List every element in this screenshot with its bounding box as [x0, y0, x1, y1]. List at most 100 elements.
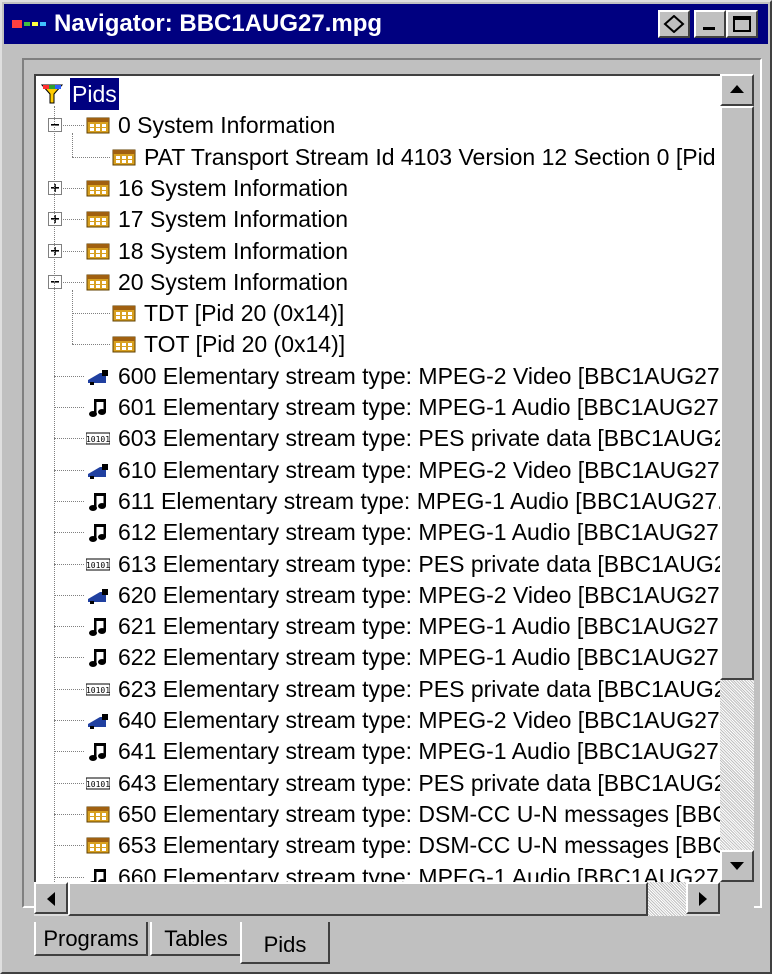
- tree-row-label[interactable]: TDT [Pid 20 (0x14)]: [144, 297, 344, 329]
- tree-connector: [54, 500, 84, 502]
- svg-text:10101: 10101: [86, 435, 110, 444]
- maximize-icon: [733, 16, 751, 32]
- tree-connector: [54, 407, 84, 408]
- tree-connector: [54, 626, 84, 628]
- tree-row-label[interactable]: 16 System Information: [118, 172, 348, 204]
- video-camera-icon: [88, 588, 108, 604]
- minimize-icon: [703, 27, 715, 30]
- tree-row-label[interactable]: 601 Elementary stream type: MPEG-1 Audio…: [118, 391, 720, 423]
- tree-row-label[interactable]: 622 Elementary stream type: MPEG-1 Audio…: [118, 641, 720, 673]
- binary-data-icon: 10101: [86, 432, 110, 445]
- minimize-button[interactable]: [694, 10, 726, 38]
- tab-pids[interactable]: Pids: [240, 922, 330, 964]
- window-title: Navigator: BBC1AUG27.mpg: [54, 10, 383, 37]
- horizontal-scroll-thumb[interactable]: [68, 882, 648, 916]
- tree-connector: [72, 156, 110, 158]
- tree-row-label[interactable]: 610 Elementary stream type: MPEG-2 Video…: [118, 454, 720, 486]
- tree-connector: [54, 813, 84, 815]
- tree-row-label[interactable]: 18 System Information: [118, 235, 348, 267]
- tree-row-label[interactable]: 603 Elementary stream type: PES private …: [118, 422, 720, 454]
- tree-connector: [54, 375, 84, 377]
- pids-tree[interactable]: Pids 0 System Information PAT Transport S…: [34, 74, 720, 882]
- scroll-down-button[interactable]: [720, 850, 754, 882]
- tree-row-label[interactable]: 640 Elementary stream type: MPEG-2 Video…: [118, 704, 720, 736]
- tree-row-label[interactable]: 621 Elementary stream type: MPEG-1 Audio…: [118, 610, 720, 642]
- music-note-icon: [89, 618, 106, 637]
- scroll-up-button[interactable]: [720, 74, 754, 106]
- collapse-button[interactable]: [48, 118, 62, 133]
- table-icon: [86, 274, 110, 291]
- arrow-down-icon: [730, 862, 744, 870]
- tree-row-label[interactable]: 650 Elementary stream type: DSM-CC U-N m…: [118, 798, 720, 830]
- table-icon: [112, 305, 136, 322]
- tree-root-label[interactable]: Pids: [70, 78, 119, 110]
- horizontal-scrollbar[interactable]: [34, 882, 720, 916]
- tree-row-label[interactable]: 620 Elementary stream type: MPEG-2 Video…: [118, 579, 720, 611]
- tab-strip: Programs Tables Pids: [22, 922, 762, 966]
- collapse-button[interactable]: [48, 274, 62, 289]
- tab-programs[interactable]: Programs: [34, 922, 148, 956]
- tree-row-label[interactable]: 623 Elementary stream type: PES private …: [118, 673, 720, 705]
- binary-data-icon: 10101: [86, 558, 110, 570]
- tree-row-label[interactable]: 660 Elementary stream type: MPEG-1 Audio…: [118, 861, 720, 883]
- tree-row-label[interactable]: 17 System Information: [118, 203, 348, 235]
- expand-button[interactable]: [48, 180, 62, 195]
- tree-connector: [54, 720, 84, 721]
- tab-tables[interactable]: Tables: [150, 922, 242, 956]
- title-bar[interactable]: Navigator: BBC1AUG27.mpg: [4, 4, 768, 44]
- tree-connector: [54, 845, 84, 847]
- tree-row-label[interactable]: 600 Elementary stream type: MPEG-2 Video…: [118, 360, 720, 392]
- table-icon: [112, 336, 136, 353]
- scroll-right-button[interactable]: [686, 882, 720, 914]
- tab-pids-label: Pids: [263, 932, 307, 957]
- vertical-scrollbar[interactable]: [720, 74, 754, 882]
- tree-row-label[interactable]: 0 System Information: [118, 109, 335, 141]
- navigator-window: Navigator: BBC1AUG27.mpg Pids 0 System I…: [0, 0, 772, 974]
- binary-data-icon: 10101: [86, 777, 110, 790]
- tree-row-label[interactable]: 613 Elementary stream type: PES private …: [118, 548, 720, 580]
- table-icon: [86, 837, 110, 854]
- tree-row-label[interactable]: PAT Transport Stream Id 4103 Version 12 …: [144, 141, 720, 173]
- table-icon: [86, 806, 110, 823]
- tree-row-label[interactable]: 612 Elementary stream type: MPEG-1 Audio…: [118, 516, 720, 548]
- table-icon: [86, 117, 110, 134]
- binary-data-icon: 10101: [86, 683, 110, 696]
- tree-connector: [54, 876, 84, 878]
- tree-connector: [54, 532, 84, 534]
- tree-connector: [54, 563, 84, 565]
- arrow-left-icon: [47, 892, 55, 906]
- table-icon: [86, 243, 110, 259]
- tree-row-label[interactable]: 611 Elementary stream type: MPEG-1 Audio…: [118, 485, 720, 517]
- svg-text:10101: 10101: [86, 561, 110, 570]
- music-note-icon: [89, 649, 106, 668]
- tree-row-label[interactable]: 653 Elementary stream type: DSM-CC U-N m…: [118, 829, 720, 861]
- tree-row-label[interactable]: 643 Elementary stream type: PES private …: [118, 767, 720, 799]
- navigator-icon: [12, 20, 46, 28]
- arrow-up-icon: [730, 85, 744, 93]
- minus-icon: [51, 280, 59, 283]
- plus-icon: [51, 215, 59, 224]
- tree-row-label[interactable]: 20 System Information: [118, 266, 348, 298]
- tree-row-label[interactable]: 641 Elementary stream type: MPEG-1 Audio…: [118, 735, 720, 767]
- pin-button[interactable]: [658, 10, 690, 38]
- vertical-scroll-thumb[interactable]: [720, 106, 754, 680]
- filter-funnel-icon: [40, 84, 64, 104]
- expand-button[interactable]: [48, 243, 62, 258]
- tree-row-label[interactable]: TOT [Pid 20 (0x14)]: [144, 328, 345, 360]
- tree-connector: [54, 657, 84, 659]
- svg-text:10101: 10101: [86, 780, 110, 789]
- tree-connector: [72, 344, 110, 346]
- tab-programs-label: Programs: [43, 926, 139, 951]
- plus-icon: [51, 183, 59, 192]
- expand-button[interactable]: [48, 212, 62, 227]
- tree-spine: [54, 106, 55, 882]
- tree-connector: [54, 688, 84, 690]
- music-note-icon: [89, 868, 106, 882]
- tree-connector: [54, 438, 84, 440]
- music-note-icon: [89, 492, 106, 511]
- music-note-icon: [89, 743, 106, 762]
- video-camera-icon: [88, 463, 108, 479]
- scroll-left-button[interactable]: [34, 882, 68, 914]
- tree-connector: [72, 313, 110, 315]
- maximize-button[interactable]: [726, 10, 758, 38]
